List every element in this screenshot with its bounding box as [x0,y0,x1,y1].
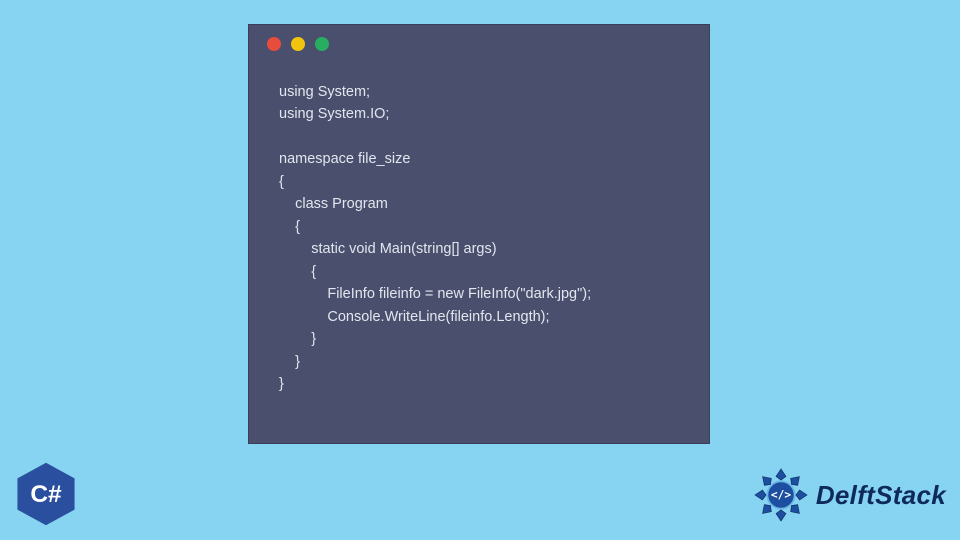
code-window: using System; using System.IO; namespace… [248,24,710,444]
csharp-label: C# [30,481,62,508]
code-block: using System; using System.IO; namespace… [249,63,709,396]
brand-name: DelftStack [816,480,946,511]
maximize-icon [315,37,329,51]
csharp-badge-icon: C# [12,460,80,528]
brand-logo: </> DelftStack [750,464,946,526]
minimize-icon [291,37,305,51]
close-icon [267,37,281,51]
window-titlebar [249,25,709,63]
brand-emblem-icon: </> [750,464,812,526]
svg-text:</>: </> [771,489,791,502]
